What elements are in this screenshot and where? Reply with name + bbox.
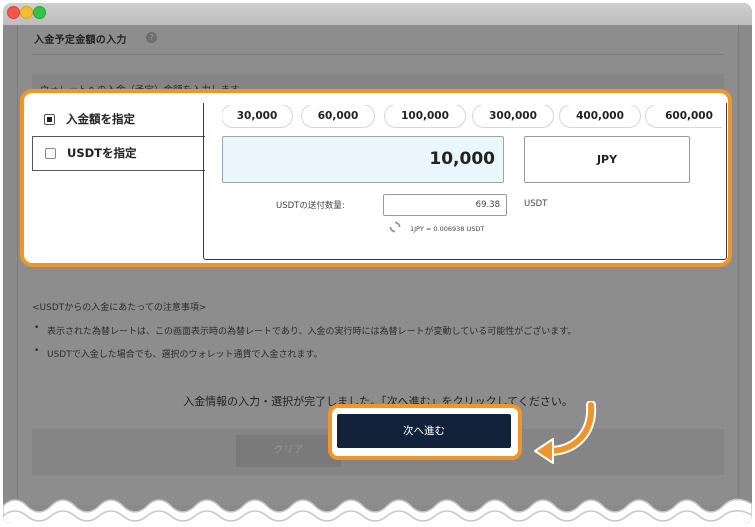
amount-entry-highlight: 入金額を指定 USDTを指定 30,000 60,000 100,000 300…	[20, 89, 732, 267]
preset-chip[interactable]: 30,000	[222, 105, 292, 127]
help-icon[interactable]: ?	[146, 32, 157, 43]
next-button[interactable]: 次へ進む	[337, 414, 511, 448]
amount-value: 10,000	[429, 149, 495, 169]
preset-chip[interactable]: 400,000	[560, 105, 640, 127]
section-divider	[32, 54, 724, 55]
browser-window: 入金予定金額の入力 ? ウォレットへの入金（予定）金額を入力します。 <USDT…	[3, 3, 752, 524]
tab-specify-usdt[interactable]: USDTを指定	[32, 136, 205, 171]
maximize-window-button[interactable]	[33, 6, 46, 19]
window-titlebar	[3, 3, 752, 26]
preset-chip[interactable]: 60,000	[302, 105, 374, 127]
amount-input[interactable]: 10,000	[222, 136, 504, 183]
note-text: USDTで入金した場合でも、選択のウォレット通貨で入金されます。	[47, 350, 323, 360]
tab-specify-amount[interactable]: 入金額を指定	[32, 103, 204, 136]
usdt-amount-field: 69.38	[383, 194, 507, 216]
usdt-unit: USDT	[524, 199, 548, 209]
preset-amounts: 30,000 60,000 100,000 300,000 400,000 60…	[222, 105, 722, 129]
clear-button[interactable]: クリア	[236, 435, 341, 467]
pointer-arrow-icon	[534, 401, 597, 464]
tab-label: USDTを指定	[67, 146, 137, 160]
bullet: •	[34, 346, 40, 356]
preset-chip[interactable]: 100,000	[385, 105, 465, 127]
checkbox-checked[interactable]	[44, 114, 55, 125]
bullet: •	[34, 323, 40, 333]
usdt-amount-label: USDTの送付数量:	[276, 201, 345, 211]
checkbox-unchecked[interactable]	[45, 148, 56, 159]
currency-select[interactable]: JPY	[524, 136, 690, 183]
minimize-window-button[interactable]	[20, 6, 33, 19]
refresh-icon[interactable]	[389, 221, 401, 233]
usdt-amount-value: 69.38	[475, 200, 500, 210]
preset-chip[interactable]: 600,000	[646, 105, 722, 127]
preset-chip[interactable]: 300,000	[473, 105, 553, 127]
note-text: 表示された為替レートは、この画面表示時の為替レートであり、入金の実行時には為替レ…	[47, 327, 577, 337]
exchange-rate: 1JPY = 0.006938 USDT	[410, 225, 485, 233]
close-window-button[interactable]	[7, 6, 20, 19]
notes-heading: <USDTからの入金にあたっての注意事項>	[32, 303, 207, 313]
section-title: 入金予定金額の入力	[34, 35, 127, 46]
tab-label: 入金額を指定	[66, 112, 135, 126]
torn-edge	[3, 498, 752, 524]
